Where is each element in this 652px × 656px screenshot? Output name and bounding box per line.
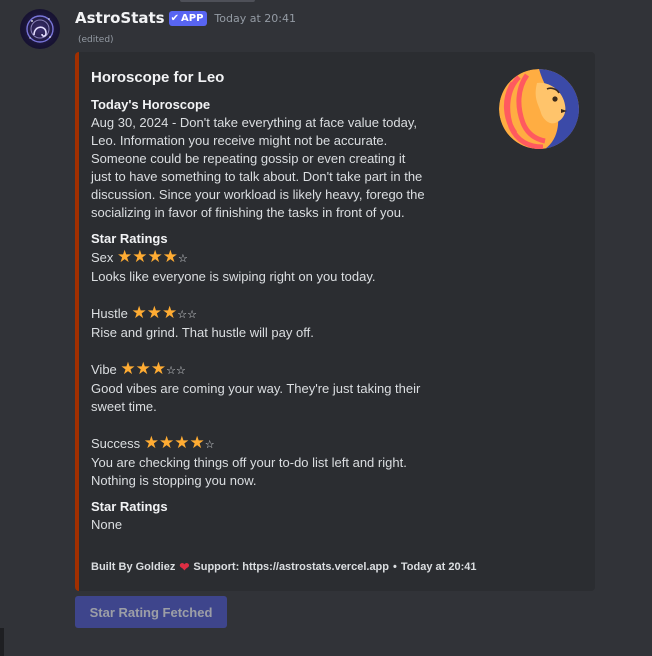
footer-support: Support: https://astrostats.vercel.app <box>193 561 389 573</box>
field-star-ratings: Star Ratings Sex ★★★★☆ Looks like everyon… <box>91 230 427 490</box>
star-outline-icon: ☆ <box>177 309 188 321</box>
message-header: AstroStats ✔ APP Today at 20:41 <box>75 8 296 28</box>
rating-description: Looks like everyone is swiping right on … <box>91 269 376 284</box>
star-outline-icon: ☆ <box>204 439 215 451</box>
footer-timestamp: Today at 20:41 <box>400 561 477 573</box>
leo-thumbnail[interactable] <box>499 69 579 149</box>
field-star-ratings-2: Star Ratings None <box>91 498 427 534</box>
field-todays-horoscope: Today's Horoscope Aug 30, 2024 - Don't t… <box>91 96 427 222</box>
star-outline-icon: ☆ <box>166 365 177 377</box>
star-filled-icon: ★ <box>174 433 190 452</box>
rating-item-hustle: Hustle ★★★☆☆ Rise and grind. That hustle … <box>91 304 427 360</box>
star-rating: ★★★☆☆ <box>131 303 197 322</box>
app-badge: ✔ APP <box>168 10 208 26</box>
rating-item-success: Success ★★★★☆ You are checking things off… <box>91 434 427 490</box>
embed-content: Horoscope for Leo Today's Horoscope Aug … <box>91 68 427 542</box>
star-filled-icon: ★ <box>146 303 162 322</box>
star-filled-icon: ★ <box>131 303 147 322</box>
rating-label: Vibe <box>91 362 117 377</box>
star-filled-icon: ★ <box>162 247 179 266</box>
embed-title: Horoscope for Leo <box>91 69 225 86</box>
star-rating: ★★★★☆ <box>143 433 215 452</box>
username[interactable]: AstroStats <box>75 9 165 27</box>
star-filled-icon: ★ <box>147 247 163 266</box>
field-name: Star Ratings <box>91 499 168 514</box>
footer-separator: • <box>393 561 397 573</box>
rating-description: Rise and grind. That hustle will pay off… <box>91 325 314 340</box>
ratings-list: Sex ★★★★☆ Looks like everyone is swiping … <box>91 248 427 490</box>
field-name: Today's Horoscope <box>91 97 211 112</box>
field-name: Star Ratings <box>91 231 168 246</box>
previous-message-edge <box>180 0 255 2</box>
star-filled-icon: ★ <box>159 433 175 452</box>
app-badge-label: APP <box>181 12 204 24</box>
rating-description: You are checking things off your to-do l… <box>91 455 407 488</box>
star-rating: ★★★☆☆ <box>120 359 186 378</box>
star-filled-icon: ★ <box>117 247 133 266</box>
server-rail-edge <box>0 628 4 656</box>
star-filled-icon: ★ <box>135 359 151 378</box>
heart-icon: ❤ <box>179 560 190 574</box>
star-outline-icon: ☆ <box>178 253 188 265</box>
rating-label: Hustle <box>91 306 128 321</box>
rating-label: Sex <box>91 250 114 265</box>
star-rating: ★★★★☆ <box>117 247 188 266</box>
rating-row: Vibe ★★★☆☆ <box>91 360 427 380</box>
star-filled-icon: ★ <box>143 433 160 452</box>
horoscope-embed: Horoscope for Leo Today's Horoscope Aug … <box>75 52 595 591</box>
star-outline-icon: ☆ <box>187 309 197 321</box>
rating-row: Sex ★★★★☆ <box>91 248 427 268</box>
checkmark-icon: ✔ <box>170 12 179 24</box>
leo-lion-icon <box>499 69 579 149</box>
rating-label: Success <box>91 436 141 451</box>
zodiac-avatar-icon <box>26 15 54 43</box>
star-filled-icon: ★ <box>150 359 167 378</box>
rating-row: Success ★★★★☆ <box>91 434 427 454</box>
horoscope-text: Aug 30, 2024 - Don't take everything at … <box>91 115 425 220</box>
bot-avatar[interactable] <box>20 9 60 49</box>
footer-built-by: Built By Goldiez <box>91 561 176 573</box>
embed-footer: Built By Goldiez ❤ Support: https://astr… <box>91 560 476 574</box>
field-value: None <box>91 517 123 532</box>
star-filled-icon: ★ <box>120 359 136 378</box>
rating-description: Good vibes are coming your way. They're … <box>91 381 421 414</box>
star-filled-icon: ★ <box>132 247 148 266</box>
star-outline-icon: ☆ <box>176 365 186 377</box>
rating-item-vibe: Vibe ★★★☆☆ Good vibes are coming your way… <box>91 360 427 434</box>
star-filled-icon: ★ <box>161 303 178 322</box>
star-filled-icon: ★ <box>189 433 205 452</box>
star-rating-fetched-button[interactable]: Star Rating Fetched <box>75 596 227 628</box>
rating-item-sex: Sex ★★★★☆ Looks like everyone is swiping … <box>91 248 427 304</box>
message-timestamp[interactable]: Today at 20:41 <box>214 12 296 25</box>
edited-label: (edited) <box>78 35 114 45</box>
rating-row: Hustle ★★★☆☆ <box>91 304 427 324</box>
